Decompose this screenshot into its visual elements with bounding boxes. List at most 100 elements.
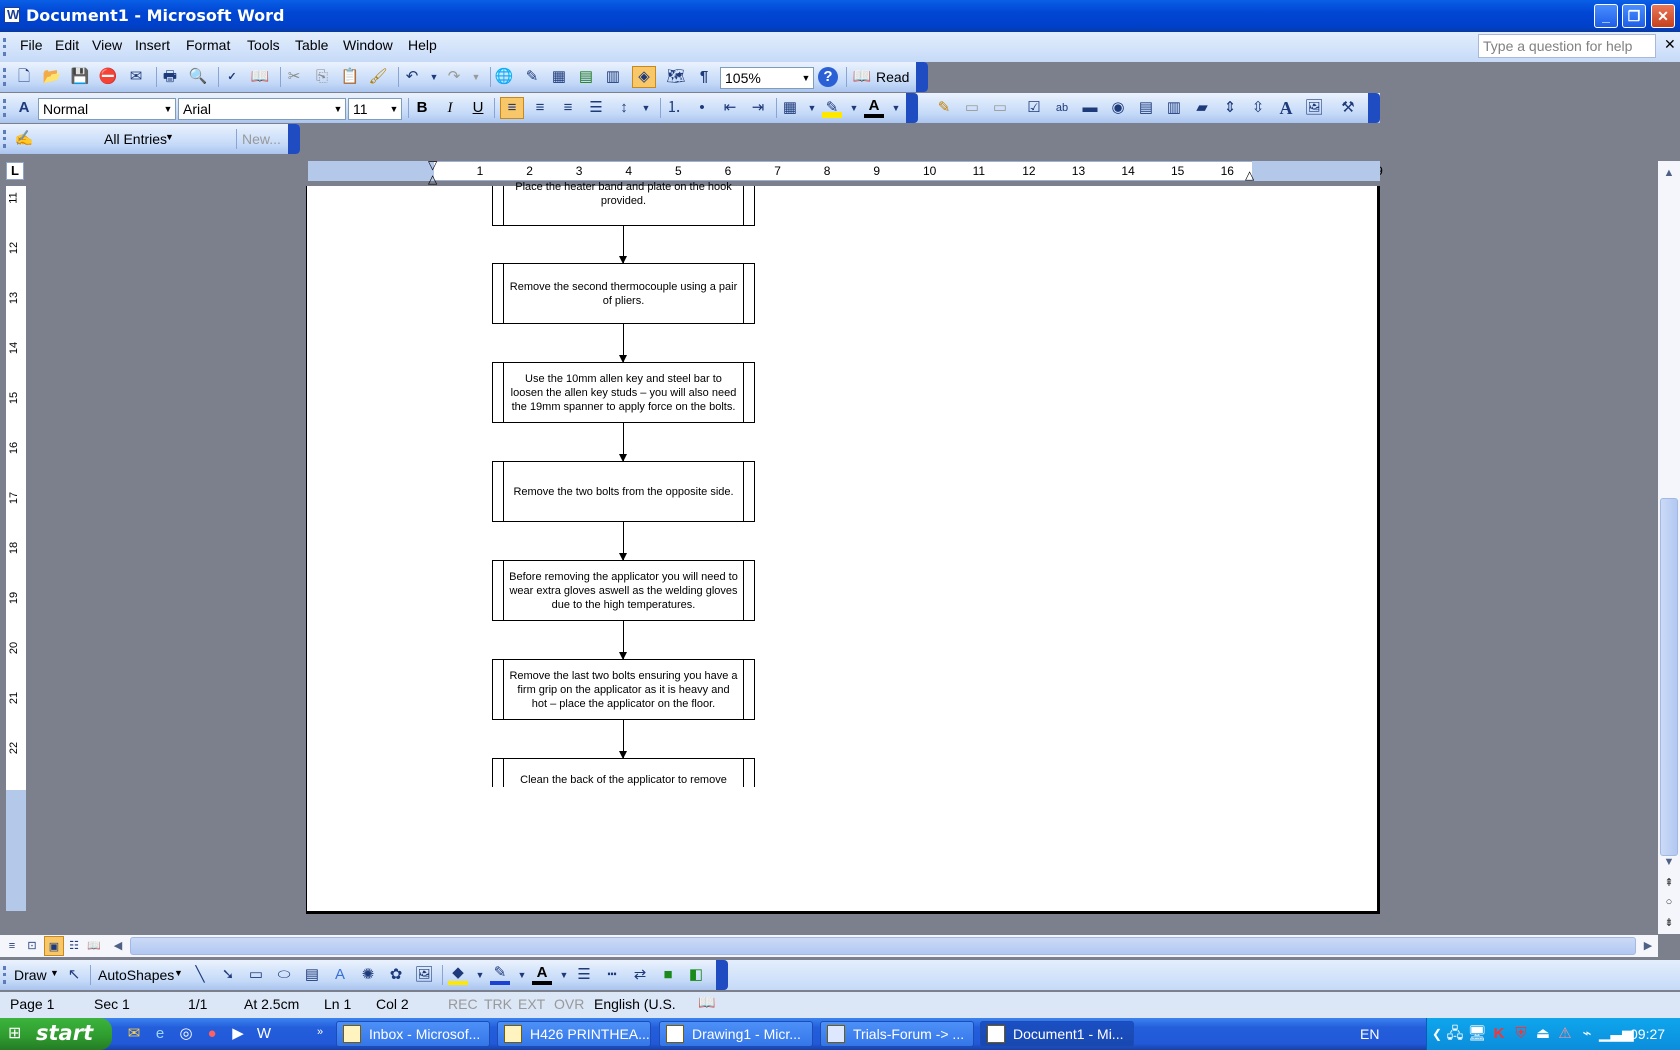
status-column[interactable]: Col 2 — [376, 996, 409, 1012]
wireless-signal-icon[interactable]: ▁▃▅ — [1599, 1024, 1634, 1044]
fill-color-icon[interactable]: ◆ — [448, 965, 468, 985]
taskbar-document1[interactable]: Document1 - Mi... — [980, 1021, 1134, 1047]
redo-icon[interactable]: ↷ — [444, 67, 464, 87]
font-combo[interactable]: Arial ▼ — [178, 98, 346, 120]
hyperlink-icon[interactable]: 🌐 — [494, 67, 514, 87]
font-size-dropdown-icon[interactable]: ▼ — [387, 99, 401, 119]
undo-icon[interactable]: ↶ — [402, 67, 422, 87]
horizontal-scroll-thumb[interactable] — [130, 937, 1636, 955]
research-icon[interactable]: 📖 — [250, 67, 270, 87]
quicklaunch-search-icon[interactable]: ◎ — [176, 1024, 196, 1044]
draw-table-icon[interactable]: ✎ — [934, 98, 954, 118]
status-rec[interactable]: REC — [448, 996, 478, 1012]
select-objects-icon[interactable]: ↖ — [64, 965, 84, 985]
spelling-icon[interactable]: ✓ — [222, 67, 242, 87]
arrow-icon[interactable]: ➘ — [218, 965, 238, 985]
quicklaunch-app-icon[interactable]: ● — [202, 1024, 222, 1044]
status-trk[interactable]: TRK — [484, 996, 512, 1012]
help-question-box[interactable]: Type a question for help — [1478, 34, 1656, 58]
borders-dropdown-icon[interactable]: ▼ — [802, 98, 822, 118]
status-at[interactable]: At 2.5cm — [244, 996, 299, 1012]
alert-icon[interactable]: ⚠ — [1555, 1024, 1575, 1044]
picture-icon[interactable]: 🖼 — [414, 965, 434, 985]
scroll-right-icon[interactable]: ▶ — [1638, 936, 1658, 956]
tab-selector[interactable]: L — [6, 162, 24, 180]
help-icon[interactable]: ? — [818, 67, 838, 87]
previous-page-icon[interactable]: ⇞ — [1659, 876, 1679, 894]
menu-help[interactable]: Help — [408, 37, 437, 53]
menu-format[interactable]: Format — [186, 37, 230, 53]
flowchart-step-1[interactable]: Place the heater band and plate on the h… — [492, 181, 755, 226]
quicklaunch-more-icon[interactable]: » — [310, 1022, 330, 1042]
font-size-combo[interactable]: 11 ▼ — [348, 98, 402, 120]
align-left-icon[interactable]: ≡ — [500, 97, 524, 119]
font-color-dropdown-icon[interactable]: ▼ — [886, 98, 906, 118]
dash-style-icon[interactable]: ┅ — [602, 965, 622, 985]
print-icon[interactable]: 🖶 — [160, 67, 180, 87]
first-line-indent-marker[interactable]: ▽ — [428, 158, 437, 172]
bullets-icon[interactable]: • — [692, 98, 712, 118]
email-icon[interactable]: ✉ — [126, 67, 146, 87]
permission-icon[interactable]: ⛔ — [98, 67, 118, 87]
decrease-indent-icon[interactable]: ⇤ — [720, 98, 740, 118]
flowchart-step-5[interactable]: Before removing the applicator you will … — [492, 560, 755, 621]
toolbar-options-icon[interactable] — [906, 93, 918, 123]
arrow-style-icon[interactable]: ⇄ — [630, 965, 650, 985]
usb-icon[interactable]: ⌁ — [1577, 1024, 1597, 1044]
columns-icon[interactable]: ▥ — [603, 67, 623, 87]
line-icon[interactable]: ╲ — [190, 965, 210, 985]
status-page[interactable]: Page 1 — [10, 996, 54, 1012]
drawing-icon[interactable]: ◈ — [632, 66, 656, 88]
insert-table-icon[interactable]: ▦ — [549, 67, 569, 87]
highlight-dropdown-icon[interactable]: ▼ — [844, 98, 864, 118]
language-indicator[interactable]: EN — [1360, 1026, 1379, 1042]
show-hide-icon[interactable]: ¶ — [694, 67, 714, 87]
paste-icon[interactable]: 📋 — [340, 67, 360, 87]
read-button[interactable]: Read — [876, 69, 909, 85]
network-icon[interactable]: 🖧 — [1445, 1024, 1465, 1044]
clip-art-icon[interactable]: ✿ — [386, 965, 406, 985]
horizontal-ruler[interactable]: 2112345678910111213141516171819 — [308, 161, 1383, 181]
flowchart-step-4[interactable]: Remove the two bolts from the opposite s… — [492, 461, 755, 522]
minimize-button[interactable]: _ — [1594, 4, 1618, 28]
zoom-dropdown-icon[interactable]: ▼ — [799, 68, 813, 88]
status-language[interactable]: English (U.S. — [594, 996, 676, 1012]
zoom-combo[interactable]: 105% ▼ — [720, 67, 814, 89]
autoshapes-dropdown-icon[interactable]: ▼ — [174, 968, 183, 978]
highlight-icon[interactable]: ✎ — [822, 98, 842, 118]
line-color-icon[interactable]: ✎ — [490, 965, 510, 985]
taskbar-trials-forum[interactable]: Trials-Forum -> ... — [820, 1021, 974, 1047]
autotext-icon[interactable]: ✍ — [14, 129, 34, 149]
list-box-icon[interactable]: ▤ — [1136, 98, 1156, 118]
italic-icon[interactable]: I — [440, 98, 460, 118]
shield-icon[interactable]: ⛨ — [1511, 1024, 1531, 1044]
line-spacing-dropdown-icon[interactable]: ▼ — [636, 98, 656, 118]
image-icon[interactable]: 🖼 — [1304, 98, 1324, 118]
taskbar-h426[interactable]: H426 PRINTHEA... — [497, 1021, 651, 1047]
menu-view[interactable]: View — [92, 37, 122, 53]
status-ovr[interactable]: OVR — [554, 996, 584, 1012]
toolbar-options-icon[interactable] — [288, 124, 300, 154]
open-icon[interactable]: 📂 — [42, 67, 62, 87]
menu-edit[interactable]: Edit — [55, 37, 79, 53]
justify-icon[interactable]: ☰ — [586, 98, 606, 118]
save-icon[interactable]: 💾 — [70, 67, 90, 87]
document-map-icon[interactable]: 🗺 — [666, 67, 686, 87]
vertical-scroll-thumb[interactable] — [1660, 498, 1678, 856]
line-style-icon[interactable]: ☰ — [574, 965, 594, 985]
toolbar-options-icon[interactable] — [916, 62, 928, 92]
normal-view-icon[interactable]: ≡ — [2, 936, 22, 956]
new-document-icon[interactable]: 🗋 — [14, 67, 34, 87]
close-button[interactable]: ✕ — [1651, 4, 1675, 28]
line-spacing-icon[interactable]: ↕ — [614, 98, 634, 118]
status-line[interactable]: Ln 1 — [324, 996, 351, 1012]
redo-dropdown-icon[interactable]: ▼ — [466, 67, 486, 87]
format-painter-icon[interactable]: 🖌 — [368, 67, 388, 87]
text-box-control-icon[interactable]: ab — [1052, 98, 1072, 118]
scroll-left-icon[interactable]: ◀ — [108, 936, 128, 956]
print-layout-icon[interactable]: ▣ — [44, 936, 64, 956]
scroll-up-icon[interactable]: ▲ — [1659, 163, 1679, 183]
copy-icon[interactable]: ⎘ — [312, 67, 332, 87]
text-box-icon[interactable]: ▤ — [302, 965, 322, 985]
more-controls-icon[interactable]: ⚒ — [1338, 98, 1358, 118]
